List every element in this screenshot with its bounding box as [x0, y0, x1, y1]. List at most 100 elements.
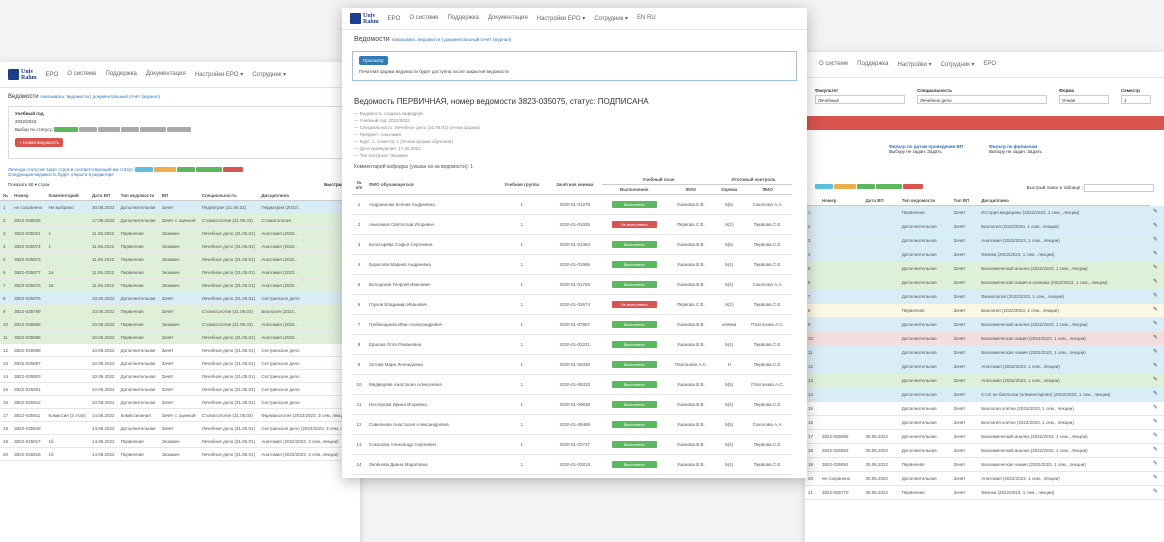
table-row[interactable]: 15 3822-035901 10.06.2022 Дополнительная Зач… — [0, 382, 360, 397]
table-row[interactable]: 21 3822-035770 30.06.2022 Первичная Зачёт Физ… — [805, 485, 1164, 500]
table-row[interactable]: 3 Дополнительная Зачёт Анатомия (2022/2023,… — [805, 233, 1164, 248]
semester-select[interactable]: 1 — [1121, 95, 1151, 104]
nav-item[interactable]: EN RU — [637, 15, 656, 22]
nav-item[interactable]: Документация — [146, 71, 186, 78]
student-row[interactable]: 7 Гребенщиков Иван Александрович 1 2020-01-… — [352, 314, 792, 335]
student-row[interactable]: 4 Борисова Марина Андреевна 1 2020-01-01986… — [352, 254, 792, 275]
column-header[interactable]: Специальность — [198, 191, 259, 202]
table-row[interactable]: 2 3822-035936 17.06.2022 Дополнительная Зачё… — [0, 213, 360, 228]
nav-item[interactable]: Сотрудник ▾ — [941, 61, 975, 68]
specialty-select[interactable]: Лечебное дело — [917, 95, 1047, 104]
table-row[interactable]: 14 3822-035903 10.06.2022 Дополнительная Зач… — [0, 369, 360, 384]
student-row[interactable]: 6 Глухов Владимир Иванович 1 2020-01-02674 Н… — [352, 294, 792, 315]
table-row[interactable]: 5 3822-035973 11.06.2022 Первичная Экзамен Ле… — [0, 252, 360, 267]
student-row[interactable]: 13 Соколова Александр Сергеевич 1 2020-01-0… — [352, 434, 792, 455]
edit-icon[interactable]: ✎ — [1149, 429, 1164, 444]
table-row[interactable]: 17 3822-035955 30.06.2022 Дополнительная Зач… — [805, 429, 1164, 444]
nav-item[interactable]: Поддержка — [857, 61, 888, 68]
status-badge[interactable] — [167, 127, 192, 133]
nav-item[interactable]: О системе — [409, 15, 438, 22]
edit-icon[interactable]: ✎ — [1149, 317, 1164, 332]
table-row[interactable]: 10 Дополнительная Зачёт Биохимическая химия… — [805, 331, 1164, 346]
table-row[interactable]: 5 Дополнительная Зачёт Биохимический анализ… — [805, 261, 1164, 276]
table-row[interactable]: 7 Дополнительная Зачёт Физиология (2022/202… — [805, 289, 1164, 304]
column-header[interactable]: Номер — [818, 196, 863, 206]
edit-icon[interactable]: ✎ — [1149, 387, 1164, 402]
table-row[interactable]: 18 3822-035948 14.06.2022 Дополнительная Зач… — [0, 421, 360, 436]
column-header[interactable]: Тип ведомости — [898, 196, 951, 206]
edit-icon[interactable]: ✎ — [1149, 275, 1164, 290]
year-value[interactable]: 2022/2023 — [15, 119, 345, 124]
status-badge[interactable] — [121, 127, 140, 133]
table-row[interactable]: 1 Первичная Зачёт История медицины (2022/20… — [805, 205, 1164, 220]
edit-icon[interactable]: ✎ — [1149, 485, 1164, 500]
student-row[interactable]: 3 Богатырёва Софья Сергеевна 1 2020-01-0138… — [352, 234, 792, 255]
column-header[interactable] — [805, 196, 819, 206]
table-row[interactable]: 12 3822-035998 10.06.2022 Дополнительная Зач… — [0, 343, 360, 358]
edit-icon[interactable]: ✎ — [1149, 331, 1164, 346]
status-badge[interactable] — [140, 127, 167, 133]
table-row[interactable]: 10 3822-035898 10.06.2022 Первичная Экзамен С… — [0, 317, 360, 332]
form-filter[interactable]: Форма Очная — [1059, 88, 1109, 104]
faculty-select[interactable]: Лечебный — [815, 95, 905, 104]
nav-item[interactable]: Документация — [488, 15, 528, 22]
column-header[interactable]: Номер — [11, 191, 46, 202]
nav-item[interactable]: О системе — [67, 71, 96, 78]
title-links[interactable]: показывать: ведомости | документальный о… — [40, 94, 160, 99]
faculty-filter[interactable]: Факультет Лечебный — [815, 88, 905, 104]
edit-icon[interactable]: ✎ — [1149, 359, 1164, 374]
edit-icon[interactable]: ✎ — [1149, 345, 1164, 360]
table-row[interactable]: 19 3822-035951 30.06.2022 Первичная Зачёт Био… — [805, 457, 1164, 472]
table-row[interactable]: 7 3822-035975 1в 11.06.2022 Первичная Экзамен… — [0, 278, 360, 293]
table-row[interactable]: 16 Дополнительная Зачёт Биология клетки (20… — [805, 415, 1164, 430]
table-row[interactable]: 9 Дополнительная Зачёт Биохимический анализ… — [805, 317, 1164, 332]
university-logo[interactable]: Univ Rahm — [8, 69, 37, 81]
table-row[interactable]: 9 3822-035799 10.06.2022 Первичная Зачёт Стом… — [0, 304, 360, 319]
table-row[interactable]: 13 3822-035897 10.06.2022 Дополнительная Зач… — [0, 356, 360, 371]
nav-item[interactable]: Сотрудник ▾ — [594, 15, 628, 22]
edit-icon[interactable]: ✎ — [1149, 415, 1164, 430]
table-row[interactable]: 12 Дополнительная Зачёт Анатомия (2022/2023… — [805, 359, 1164, 374]
edit-icon[interactable]: ✎ — [1149, 443, 1164, 458]
title-links[interactable]: показывать: ведомости | документальный о… — [392, 37, 512, 42]
status-badge[interactable] — [54, 127, 79, 133]
edit-icon[interactable]: ✎ — [1149, 401, 1164, 416]
form-select[interactable]: Очная — [1059, 95, 1109, 104]
table-row[interactable]: 18 3822-035953 30.06.2022 Дополнительная Зач… — [805, 443, 1164, 458]
nav-item[interactable]: EPO — [983, 61, 996, 68]
university-logo[interactable]: Univ Rahm — [350, 13, 379, 25]
nav-item[interactable]: Настройки EPO ▾ — [537, 15, 585, 22]
column-header[interactable]: Тип ВП — [950, 196, 979, 206]
table-row[interactable]: 19 3822-035917 1б 14.06.2022 Первичная Экзаме… — [0, 434, 360, 449]
student-row[interactable]: 5 Володская Георгий Иванович 1 2020-01-0175… — [352, 274, 792, 295]
table-row[interactable]: 3 3822-035921 1 11.06.2022 Первичная Экзамен Л… — [0, 226, 360, 241]
table-row[interactable]: 11 3822-035895 10.06.2022 Первичная Зачёт Леч… — [0, 330, 360, 345]
brand-label[interactable]: EPO — [46, 72, 59, 78]
nav-item[interactable]: О системе — [819, 61, 848, 68]
edit-icon[interactable]: ✎ — [1149, 457, 1164, 472]
table-row[interactable]: 13 Дополнительная Зачёт Анатомия (2022/2023… — [805, 373, 1164, 388]
table-row[interactable]: 6 Дополнительная Зачёт Биохимическая химия … — [805, 275, 1164, 290]
semester-filter[interactable]: Семестр 1 — [1121, 88, 1151, 104]
edit-icon[interactable]: ✎ — [1149, 233, 1164, 248]
table-row[interactable]: 1 не сохранено Не выбрано 30.08.2022 Дополни… — [0, 200, 360, 215]
table-row[interactable]: 2 Дополнительная Зачёт Биология (2022/2023,… — [805, 219, 1164, 234]
student-row[interactable]: 11 Нестерова Ирина Игоревна 1 2020-01-09538… — [352, 394, 792, 415]
student-row[interactable]: 10 Медведева Анастасия Алексеевна 1 2020-01… — [352, 374, 792, 395]
column-header[interactable]: Дисциплина — [978, 196, 1150, 206]
table-row[interactable]: 4 3822-035974 1 11.06.2022 Первичная Экзамен Л… — [0, 239, 360, 254]
student-row[interactable]: 14 Зелёнова Диана Маратовна 1 2020-01-02818… — [352, 454, 792, 475]
new-statement-button[interactable]: + Новая ведомость — [15, 138, 64, 148]
nav-item[interactable]: Поддержка — [448, 15, 479, 22]
column-header[interactable]: Дата ВП — [862, 196, 899, 206]
table-row[interactable]: 4 Дополнительная Зачёт Физика (2022/2023, 1… — [805, 247, 1164, 262]
brand-label[interactable]: EPO — [388, 16, 401, 22]
table-row[interactable]: 11 Дополнительная Зачёт Биохимическая химия… — [805, 345, 1164, 360]
table-row[interactable]: 8 3822-035876 10.06.2022 Дополнительная Зачё… — [0, 291, 360, 306]
column-header[interactable]: Дата ВП — [89, 191, 118, 202]
nav-item[interactable]: Настройки EPO ▾ — [195, 71, 243, 78]
nav-item[interactable]: Сотрудник ▾ — [252, 71, 286, 78]
edit-icon[interactable]: ✎ — [1149, 373, 1164, 388]
column-header[interactable]: ВП — [158, 191, 199, 202]
edit-icon[interactable]: ✎ — [1149, 289, 1164, 304]
